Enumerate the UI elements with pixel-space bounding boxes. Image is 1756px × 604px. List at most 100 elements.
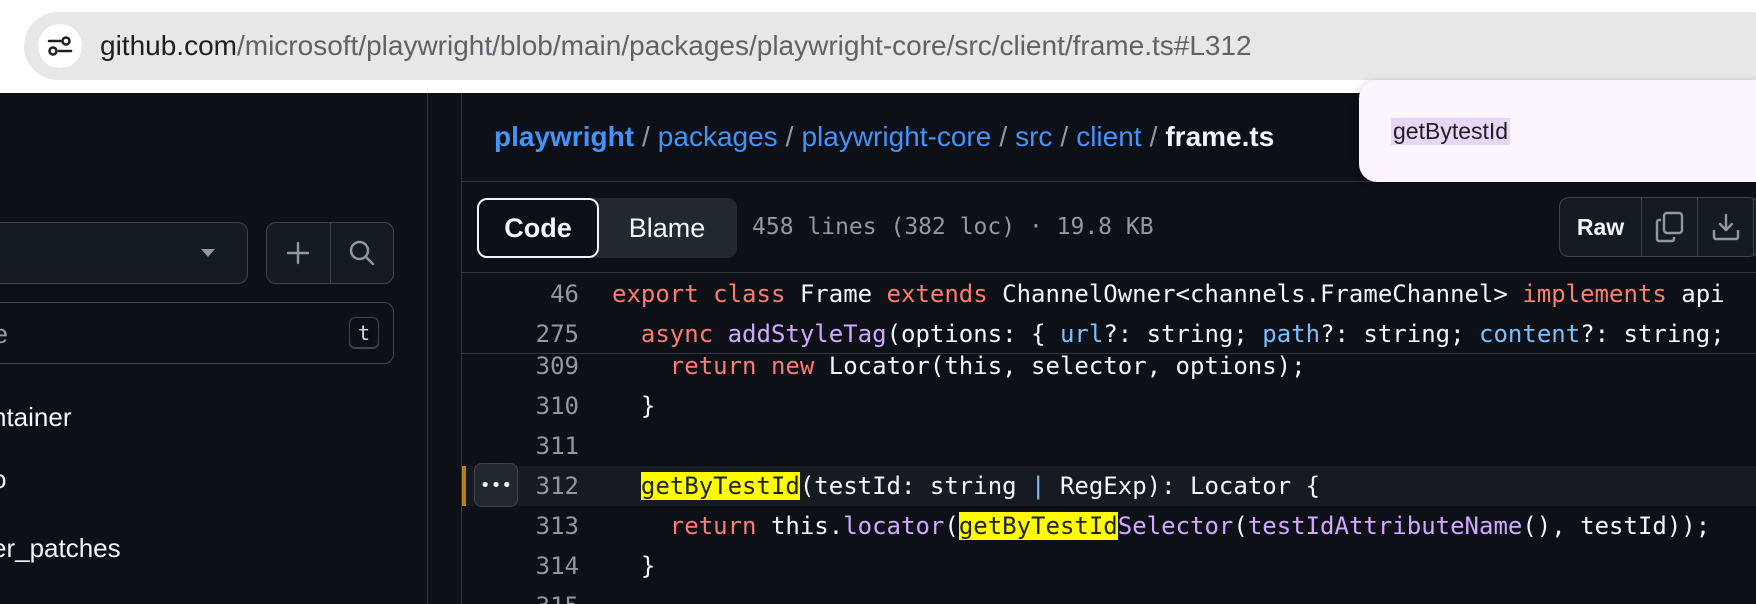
line-number[interactable]: 309 — [462, 352, 579, 380]
line-source: } — [612, 392, 655, 420]
breadcrumb-link[interactable]: playwright — [494, 121, 634, 152]
copy-raw-button[interactable] — [1642, 198, 1698, 256]
url-host: github.com — [100, 30, 237, 61]
find-bar: getBytestId — [1359, 80, 1756, 182]
code-token: async — [640, 319, 728, 348]
line-number[interactable]: 313 — [462, 512, 579, 540]
view-switcher: Code Blame — [477, 198, 737, 258]
breadcrumb-separator: / — [785, 121, 794, 152]
code-line: 46 export class Frame extends ChannelOwne… — [462, 274, 1756, 314]
file-stats: 458 lines (382 loc) · 19.8 KB — [752, 214, 1154, 240]
code-token: extends — [886, 280, 1003, 308]
line-number[interactable]: 310 — [462, 392, 579, 420]
search-icon — [349, 240, 375, 266]
site-settings-icon[interactable] — [38, 24, 82, 68]
code-token: } — [612, 392, 656, 420]
line-source: export class Frame extends ChannelOwner<… — [612, 280, 1725, 308]
breadcrumb-link[interactable]: client — [1076, 121, 1141, 152]
code-token: ?: string; — [1103, 319, 1263, 348]
line-source: } — [612, 552, 655, 580]
tree-item[interactable]: er_patches — [0, 533, 121, 564]
download-button[interactable] — [1698, 198, 1754, 256]
branch-select[interactable] — [0, 222, 248, 284]
code-token: locator — [843, 512, 945, 540]
search-match: getByTestId — [958, 512, 1118, 540]
raw-button[interactable]: Raw — [1560, 198, 1642, 256]
current-file-name: frame.ts — [1165, 121, 1275, 152]
search-match: getByTestId — [640, 472, 800, 500]
code-token: this. — [770, 512, 844, 540]
code-token: implements — [1522, 280, 1682, 308]
chevron-down-icon — [201, 249, 215, 257]
shortcut-key: t — [349, 317, 379, 349]
go-to-file-input[interactable]: e t — [0, 302, 394, 364]
code-line: ••• 312 getByTestId(testId: string | RegE… — [462, 463, 1756, 507]
line-highlight-bar — [462, 466, 466, 506]
code-token: Frame — [799, 280, 887, 308]
code-token: api — [1681, 280, 1725, 308]
url-text[interactable]: github.com/microsoft/playwright/blob/mai… — [100, 29, 1252, 63]
code-line: 313 return this.locator(getByTestIdSelec… — [462, 506, 1756, 546]
code-token: ( — [1233, 512, 1248, 540]
breadcrumb-separator: / — [1149, 121, 1158, 152]
file-tree-sidebar: e t ntainer o er_patches — [0, 93, 428, 604]
code-token: | — [1031, 472, 1046, 500]
find-input[interactable]: getBytestId — [1391, 118, 1511, 145]
code-tab[interactable]: Code — [477, 198, 599, 258]
breadcrumb-link[interactable]: src — [1015, 121, 1052, 152]
breadcrumb-link[interactable]: packages — [658, 121, 778, 152]
code-token: (options: { — [886, 319, 1060, 348]
download-icon — [1712, 213, 1739, 241]
sidebar-actions — [266, 222, 394, 284]
code-token: path — [1262, 319, 1321, 348]
line-number[interactable]: 275 — [462, 320, 579, 348]
code-token: Selector — [1117, 512, 1234, 540]
line-number[interactable]: 46 — [462, 280, 579, 308]
tree-item[interactable]: o — [0, 464, 6, 495]
code-line: 315 — [462, 586, 1756, 604]
code-token: ( — [944, 512, 959, 540]
line-source: return this.locator(getByTestIdSelector(… — [612, 512, 1710, 540]
code-token: RegExp): Locator { — [1045, 472, 1321, 500]
code-line: 309 return new Locator(this, selector, o… — [462, 346, 1756, 386]
code-token: Locator(this, selector, options); — [828, 352, 1306, 380]
code-token: url — [1059, 319, 1104, 348]
code-token: return new — [669, 352, 829, 380]
line-number[interactable]: 315 — [462, 592, 579, 604]
code-token: return — [669, 512, 771, 540]
code-token: testIdAttributeName — [1247, 512, 1523, 540]
line-source: getByTestId(testId: string | RegExp): Lo… — [612, 472, 1320, 500]
code-token: } — [612, 552, 656, 580]
url-path: /microsoft/playwright/blob/main/packages… — [236, 30, 1252, 61]
search-button[interactable] — [329, 223, 393, 283]
blame-tab[interactable]: Blame — [599, 198, 735, 258]
code-line: 314 } — [462, 546, 1756, 586]
breadcrumb-separator: / — [1060, 121, 1069, 152]
breadcrumb-link[interactable]: playwright-core — [801, 121, 991, 152]
tree-item[interactable]: ntainer — [0, 402, 72, 433]
code-token: ?: string; — [1580, 319, 1725, 348]
file-toolbar: Code Blame 458 lines (382 loc) · 19.8 KB… — [462, 181, 1756, 273]
code-token: (testId: string — [799, 472, 1032, 500]
code-token: (), testId)); — [1522, 512, 1711, 540]
plus-icon — [287, 241, 310, 265]
add-file-button[interactable] — [267, 223, 330, 283]
filter-placeholder: e — [0, 319, 9, 349]
code-token: content — [1479, 319, 1581, 348]
line-source: async addStyleTag(options: { url?: strin… — [612, 320, 1725, 348]
line-number[interactable]: 314 — [462, 552, 579, 580]
code-line: 310 } — [462, 386, 1756, 426]
code-token: export class — [612, 280, 800, 308]
code-token: ChannelOwner<channels.FrameChannel> — [1002, 280, 1523, 308]
copy-icon — [1655, 211, 1683, 243]
line-number[interactable]: 311 — [462, 432, 579, 460]
breadcrumb: playwright / packages / playwright-core / src /… — [494, 121, 1274, 153]
code-token: addStyleTag — [727, 319, 887, 348]
address-bar[interactable]: github.com/microsoft/playwright/blob/mai… — [24, 12, 1756, 80]
file-actions: Raw — [1559, 197, 1756, 257]
line-options-button[interactable]: ••• — [474, 463, 518, 507]
code-view: 46 export class Frame extends ChannelOwne… — [462, 274, 1756, 604]
